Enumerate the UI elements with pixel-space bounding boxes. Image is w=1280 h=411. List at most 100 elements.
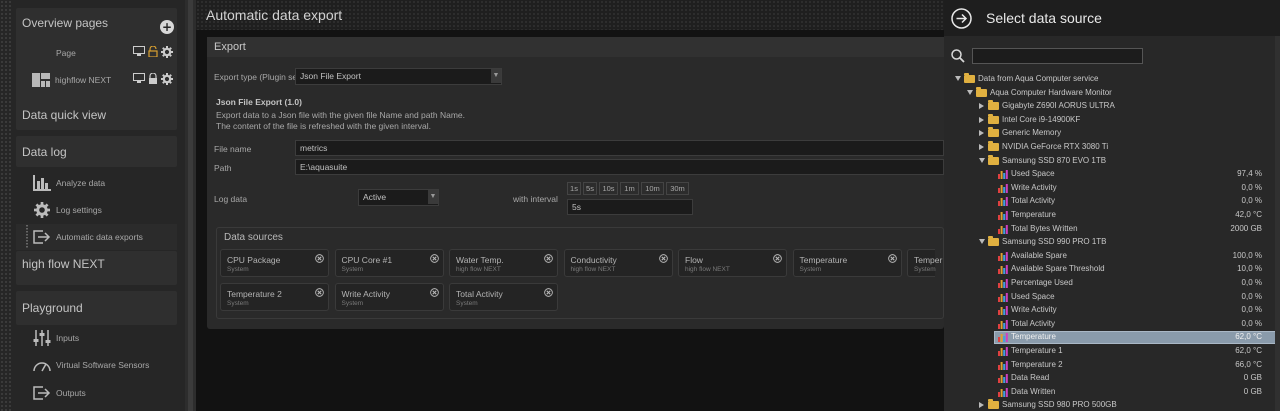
tree-sensor[interactable]: Temperature 1 62,0 °C [944, 345, 1280, 359]
data-source-card[interactable]: Write Activity System [334, 283, 444, 311]
remove-icon[interactable] [887, 254, 897, 263]
remove-icon[interactable] [315, 254, 324, 263]
data-source-card[interactable]: Total Activity System [449, 283, 558, 311]
data-source-card[interactable]: Temper System [907, 249, 942, 277]
add-page-icon[interactable]: + [160, 20, 174, 34]
sidebar-scroll-thumb[interactable] [188, 0, 193, 411]
tree-sensor[interactable]: Data Written 0 GB [944, 386, 1280, 400]
arrow-right-circle-icon[interactable] [951, 8, 972, 29]
sidebar-item-log-settings[interactable]: Log settings [16, 197, 177, 223]
tree-sensor[interactable]: Temperature 2 66,0 °C [944, 359, 1280, 373]
sidebar-item-virtual-software-sensors[interactable]: Virtual Software Sensors [16, 352, 177, 378]
tree-folder[interactable]: Gigabyte Z690I AORUS ULTRA [944, 100, 1280, 114]
tree-sensor[interactable]: Available Spare 100,0 % [944, 250, 1280, 264]
tree-label: Available Spare [1011, 250, 1067, 260]
log-data-select[interactable]: Active ▼ [358, 189, 439, 206]
tree-label: Total Activity [1011, 318, 1056, 328]
lock-open-icon[interactable] [148, 46, 158, 57]
data-source-card[interactable]: Conductivity high flow NEXT [563, 249, 673, 277]
tree-folder[interactable]: Aqua Computer Hardware Monitor [944, 86, 1280, 101]
data-source-card[interactable]: Temperature 2 System [220, 283, 329, 311]
interval-input[interactable]: 5s [567, 199, 693, 215]
chevron-right-icon[interactable] [979, 144, 984, 150]
chevron-down-icon[interactable] [955, 76, 961, 81]
remove-icon[interactable] [429, 288, 439, 297]
folder-icon [988, 100, 999, 111]
sidebar-item-automatic-data-exports[interactable]: Automatic data exports [16, 224, 177, 250]
monitor-icon[interactable] [133, 73, 145, 84]
interval-preset-10m[interactable]: 10m [641, 182, 664, 195]
tree-sensor[interactable]: Write Activity 0,0 % [944, 304, 1280, 318]
data-source-card[interactable]: Temperature System [792, 249, 902, 277]
file-name-input[interactable]: metrics [295, 140, 944, 156]
tree-sensor[interactable]: Used Space 0,0 % [944, 291, 1280, 305]
data-source-card[interactable]: Flow high flow NEXT [678, 249, 787, 277]
tree-sensor[interactable]: Temperature 62,0 °C [944, 331, 1280, 345]
export-icon [32, 228, 52, 246]
remove-icon[interactable] [429, 254, 439, 263]
gear-icon[interactable] [161, 73, 173, 85]
tree-sensor[interactable]: Data Read 0 GB [944, 372, 1280, 386]
data-log-group[interactable]: Data log [16, 136, 177, 167]
sidebar-item-analyze-data[interactable]: Analyze data [16, 170, 177, 196]
playground-group[interactable]: Playground [16, 291, 177, 325]
tree-sensor[interactable]: Temperature 42,0 °C [944, 209, 1280, 223]
sidebar-item-outputs[interactable]: Outputs [16, 380, 177, 406]
export-type-select[interactable]: Json File Export ▼ [295, 68, 502, 85]
interval-preset-1m[interactable]: 1m [620, 182, 639, 195]
tree-folder[interactable]: Intel Core i9-14900KF [944, 113, 1280, 128]
tree-folder[interactable]: Generic Memory [944, 127, 1280, 141]
tree-folder[interactable]: Data from Aqua Computer service [944, 73, 1280, 87]
data-source-card[interactable]: CPU Core #1 System [334, 249, 444, 277]
overview-pages-title[interactable]: Overview pages [22, 16, 108, 30]
remove-icon[interactable] [315, 288, 324, 297]
lock-icon[interactable] [148, 73, 158, 84]
tree-folder[interactable]: Samsung SSD 990 PRO 1TB [944, 236, 1280, 250]
data-source-card[interactable]: CPU Package System [220, 249, 329, 277]
sidebar-page-item[interactable]: Page [26, 40, 177, 66]
tree-sensor[interactable]: Total Bytes Written 2000 GB [944, 223, 1280, 237]
chevron-down-icon[interactable]: ▼ [428, 190, 438, 204]
gear-icon[interactable] [161, 46, 173, 58]
remove-icon[interactable] [544, 288, 553, 297]
tree-sensor[interactable]: Total Activity 0,0 % [944, 195, 1280, 209]
chevron-down-icon[interactable] [967, 89, 973, 95]
chevron-down-icon[interactable] [979, 239, 985, 245]
tree-sensor[interactable]: Total Activity 0,0 % [944, 318, 1280, 332]
high-flow-next-group[interactable]: high flow NEXT [16, 251, 177, 285]
tree-sensor[interactable]: Write Activity 0,0 % [944, 182, 1280, 196]
panel-title: Select data source [986, 10, 1102, 26]
remove-icon[interactable] [544, 254, 553, 263]
remove-icon[interactable] [773, 254, 782, 263]
remove-icon[interactable] [658, 254, 668, 263]
tree-sensor[interactable]: Percentage Used 0,0 % [944, 277, 1280, 291]
chevron-right-icon[interactable] [979, 402, 984, 409]
data-quick-view-group[interactable]: Data quick view [16, 99, 177, 130]
page-title: Automatic data export [206, 7, 343, 23]
tree-label: Total Bytes Written [1011, 223, 1078, 233]
chevron-down-icon[interactable]: ▼ [491, 69, 501, 83]
tree-folder[interactable]: Samsung SSD 870 EVO 1TB [944, 154, 1280, 169]
chevron-right-icon[interactable] [979, 130, 984, 137]
tree-sensor[interactable]: Available Spare Threshold 10,0 % [944, 263, 1280, 277]
data-source-name: Conductivity [570, 255, 617, 265]
data-source-card[interactable]: Water Temp. high flow NEXT [449, 249, 558, 277]
interval-preset-30m[interactable]: 30m [666, 182, 689, 195]
interval-preset-5s[interactable]: 5s [583, 182, 597, 195]
tree-folder[interactable]: NVIDIA GeForce RTX 3080 Ti [944, 141, 1280, 155]
sensor-icon [998, 387, 1008, 397]
tree-sensor[interactable]: Used Space 97,4 % [944, 168, 1280, 182]
monitor-icon[interactable] [133, 46, 145, 57]
interval-preset-1s[interactable]: 1s [567, 182, 581, 195]
tree-folder[interactable]: Samsung SSD 980 PRO 500GB [944, 399, 1280, 411]
chevron-down-icon[interactable] [979, 157, 985, 163]
chevron-right-icon[interactable] [979, 116, 984, 123]
sidebar-scrollbar[interactable] [185, 0, 196, 411]
search-input[interactable] [972, 48, 1143, 64]
interval-preset-10s[interactable]: 10s [599, 182, 618, 195]
path-input[interactable]: E:\aquasuite [295, 159, 944, 175]
chevron-right-icon[interactable] [979, 103, 984, 110]
sidebar-highflow-page-item[interactable]: highflow NEXT [26, 67, 177, 93]
tree-scrollbar[interactable] [1275, 36, 1280, 411]
sidebar-item-inputs[interactable]: Inputs [16, 325, 177, 351]
